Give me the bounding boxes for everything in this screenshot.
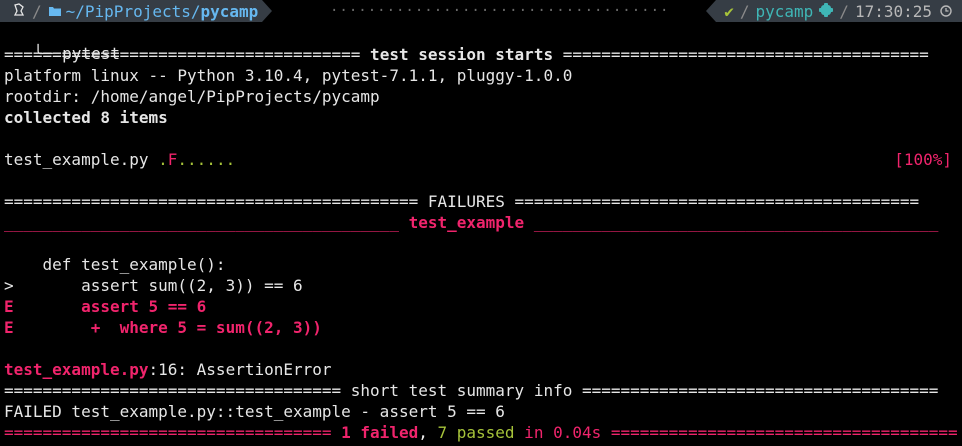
prompt-arrow-right [262,0,273,22]
clock-icon [940,2,952,21]
session-title: test session starts [360,45,563,64]
error-line-1: E assert 5 == 6 [4,296,206,317]
rule-right: ========================================… [514,192,920,211]
error-line-2: E + where 5 = sum((2, 3)) [4,317,322,338]
rule-left: ________________________________________… [4,213,399,232]
failed-summary-line: FAILED test_example.py::test_example - a… [4,402,505,421]
assert-marker: > [4,276,14,295]
separator: / [32,1,42,21]
assert-code: assert sum((2, 3)) == 6 [13,276,303,295]
rule-left: =================================== [4,381,342,400]
separator: / [839,1,849,21]
progress-pass-dots: ...... [177,150,236,169]
progress-line: test_example.py .F...... [4,149,235,170]
rule-right: ====================================== [562,45,929,64]
platform-line: platform linux -- Python 3.10.4, pytest-… [4,66,573,85]
command-line: ╰─ pytest [14,22,120,63]
progress-fail-mark: F [167,150,178,169]
rule-right: ===================================== [581,381,939,400]
prompt-left: / ~/PipProjects/pycamp [0,0,273,22]
session-header: ===================================== te… [4,44,958,65]
error-text: assert 5 == 6 [13,297,207,316]
code-def-line: def test_example(): [4,255,226,274]
rule-right: ________________________________________… [533,213,939,232]
prompt-time: 17:30:25 [854,1,932,21]
prompt-segment: / ~/PipProjects/pycamp [0,0,263,22]
error-location-line: test_example.py:16: AssertionError [4,359,332,380]
error-location-detail: :16: AssertionError [148,360,332,379]
progress-file: test_example.py [4,150,159,169]
rule-left: ===================================== [4,45,361,64]
test-name: test_example [398,213,534,232]
current-directory: pycamp [200,1,259,21]
linux-icon [12,2,26,21]
status-check-icon: ✔ [724,1,734,21]
progress-pass-dot: . [158,150,168,169]
python-icon [819,2,834,21]
prompt-filler-dots: ········································… [330,3,670,19]
folder-icon [48,2,62,21]
failures-header: ========================================… [4,191,958,212]
error-text: + where 5 = sum((2, 3)) [13,318,322,337]
code-assert-line: > assert sum((2, 3)) == 6 [4,275,303,296]
prompt-arrow-left [706,0,717,22]
collected-line: collected 8 items [4,108,168,127]
rule-left: ========================================… [4,192,419,211]
result-comma: , [418,423,438,442]
passed-count: 7 passed [437,423,515,442]
error-marker: E [4,318,14,337]
failures-title: FAILURES [418,192,515,211]
test-header: ________________________________________… [4,212,958,233]
error-marker: E [4,297,14,316]
rule-left: ================================== [4,423,332,442]
prompt-right: ✔ / pycamp / 17:30:25 [706,0,962,22]
result-duration: in 0.04s [514,423,611,442]
rule-right: ==================================== [610,423,958,442]
summary-title: short test summary info [341,381,582,400]
rootdir-line: rootdir: /home/angel/PipProjects/pycamp [4,87,380,106]
prompt-status-segment: ✔ / pycamp / 17:30:25 [716,0,962,22]
summary-header: =================================== shor… [4,380,958,401]
error-location-file: test_example.py [4,360,149,379]
separator: / [739,1,750,21]
progress-percent: [100%] [894,150,952,169]
final-result-line: ================================== 1 fai… [4,422,958,443]
env-name: pycamp [755,1,814,21]
failed-count: 1 failed [331,423,419,442]
home-path: ~/PipProjects/ [65,1,201,21]
